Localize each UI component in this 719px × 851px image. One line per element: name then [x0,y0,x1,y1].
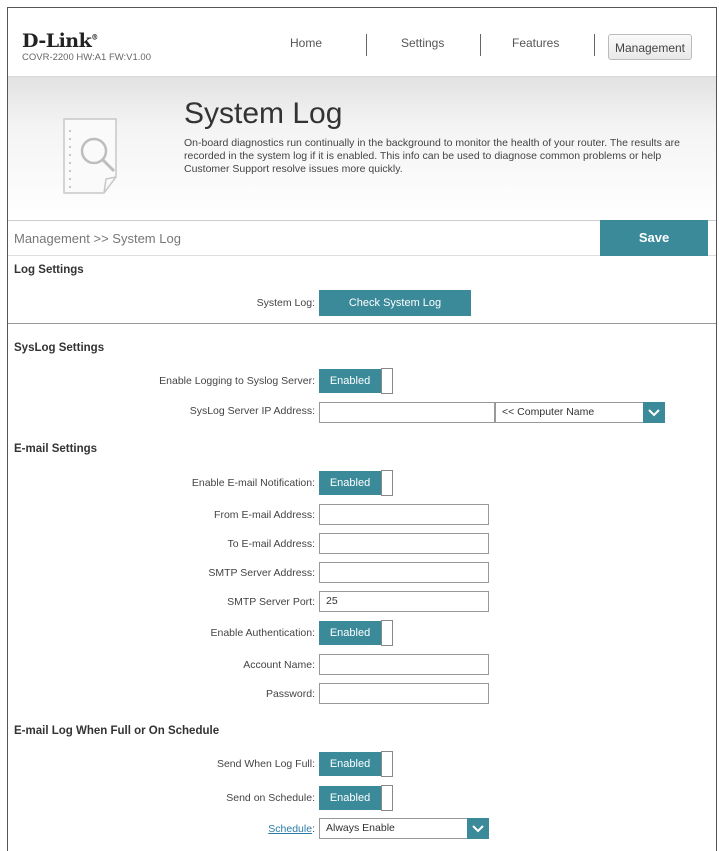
to-email-label: To E-mail Address: [227,538,315,550]
nav-separator [594,34,595,56]
schedule-label: Schedule: [268,823,315,835]
page-title: System Log [184,97,343,130]
password-label: Password: [265,688,315,700]
save-button[interactable]: Save [600,220,708,256]
toggle-state: Enabled [319,369,381,393]
schedule-select[interactable]: Always Enable [319,818,489,839]
send-schedule-label: Send on Schedule: [226,792,315,804]
account-name-label: Account Name: [243,659,315,671]
enable-syslog-label: Enable Logging to Syslog Server: [159,375,315,387]
enable-email-label: Enable E-mail Notification: [191,477,315,489]
toggle-state: Enabled [319,786,381,810]
toggle-knob [381,620,393,646]
chevron-down-icon [467,818,489,839]
toggle-state: Enabled [319,621,381,645]
toggle-state: Enabled [319,471,381,495]
smtp-port-input[interactable]: 25 [319,591,489,612]
nav-separator [480,34,481,56]
toggle-knob [381,368,393,394]
smtp-server-input[interactable] [319,562,489,583]
account-name-input[interactable] [319,654,489,675]
computer-name-select[interactable]: << Computer Name [495,402,665,423]
header: D-Link® COVR-2200 HW:A1 FW:V1.00 Home Se… [8,8,716,76]
check-system-log-button[interactable]: Check System Log [319,290,471,316]
syslog-ip-label: SysLog Server IP Address: [189,405,315,417]
send-log-full-toggle[interactable]: Enabled [319,751,395,777]
toggle-knob [381,785,393,811]
breadcrumb: Management >> System Log [14,231,181,246]
toggle-knob [381,470,393,496]
log-settings-title: Log Settings [14,264,84,276]
enable-email-toggle[interactable]: Enabled [319,470,395,496]
send-schedule-toggle[interactable]: Enabled [319,785,395,811]
from-email-label: From E-mail Address: [214,509,315,521]
system-log-label: System Log: [256,297,315,309]
nav-features[interactable]: Features [512,36,559,50]
send-log-full-label: Send When Log Full: [216,758,315,770]
enable-auth-label: Enable Authentication: [210,627,316,639]
page-description: On-board diagnostics run continually in … [184,137,680,175]
to-email-input[interactable] [319,533,489,554]
section-divider [8,323,716,324]
toggle-knob [381,751,393,777]
password-input[interactable] [319,683,489,704]
nav-separator [366,34,367,56]
dlink-logo: D-Link® [22,30,98,52]
from-email-input[interactable] [319,504,489,525]
enable-syslog-toggle[interactable]: Enabled [319,368,395,394]
enable-auth-toggle[interactable]: Enabled [319,620,395,646]
nav-settings[interactable]: Settings [401,36,444,50]
document-search-icon [63,118,117,194]
schedule-link[interactable]: Schedule [268,823,312,835]
email-settings-title: E-mail Settings [14,443,98,455]
toggle-state: Enabled [319,752,381,776]
smtp-server-label: SMTP Server Address: [208,567,315,579]
nav-management[interactable]: Management [608,34,692,60]
chevron-down-icon [643,402,665,423]
model-info: COVR-2200 HW:A1 FW:V1.00 [22,52,152,63]
nav-home[interactable]: Home [290,36,322,50]
breadcrumb-bar: Management >> System Log Save [8,220,716,256]
syslog-settings-title: SysLog Settings [14,342,105,354]
page-banner: System Log On-board diagnostics run cont… [8,76,716,221]
syslog-ip-input[interactable] [319,402,495,423]
page-frame: D-Link® COVR-2200 HW:A1 FW:V1.00 Home Se… [7,7,717,851]
smtp-port-label: SMTP Server Port: [227,596,315,608]
email-log-title: E-mail Log When Full or On Schedule [14,725,220,737]
